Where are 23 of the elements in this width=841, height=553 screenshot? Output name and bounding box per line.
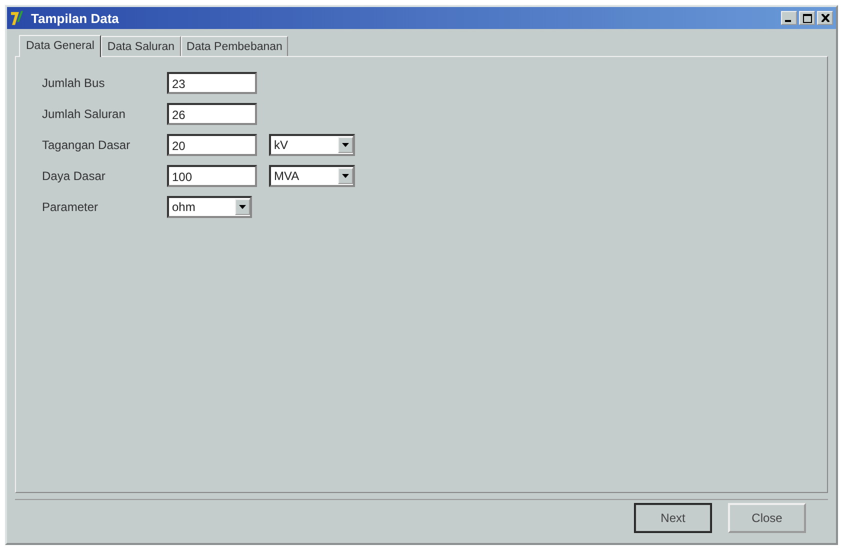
input-field[interactable]: 23 xyxy=(167,72,257,94)
minimize-button[interactable] xyxy=(781,11,797,25)
field-label: Tagangan Dasar xyxy=(42,138,132,152)
input-field[interactable]: 26 xyxy=(167,103,257,125)
field-label: Daya Dasar xyxy=(42,169,106,183)
input-field[interactable]: 100 xyxy=(167,165,257,187)
field-label: Jumlah Bus xyxy=(42,76,106,90)
dropdown[interactable]: ohm xyxy=(167,196,252,218)
tab[interactable]: Data Pembebanan xyxy=(180,36,288,56)
maximize-button[interactable] xyxy=(799,11,815,25)
close-button[interactable] xyxy=(817,11,833,25)
input-field[interactable]: 20 xyxy=(167,134,257,156)
unit-dropdown[interactable]: kV xyxy=(269,134,355,156)
field-label: Parameter xyxy=(42,200,100,214)
field-label: Jumlah Saluran xyxy=(42,107,126,121)
dialog-button[interactable]: Close xyxy=(728,502,806,532)
window-title: Tampilan Data xyxy=(31,10,120,26)
tab[interactable]: Data General xyxy=(19,35,102,57)
unit-dropdown[interactable]: MVA xyxy=(269,165,355,187)
maximize-icon xyxy=(802,14,812,22)
tab[interactable]: Data Saluran xyxy=(101,36,181,56)
close-icon xyxy=(820,14,830,22)
dialog-button[interactable]: Next xyxy=(634,502,712,532)
